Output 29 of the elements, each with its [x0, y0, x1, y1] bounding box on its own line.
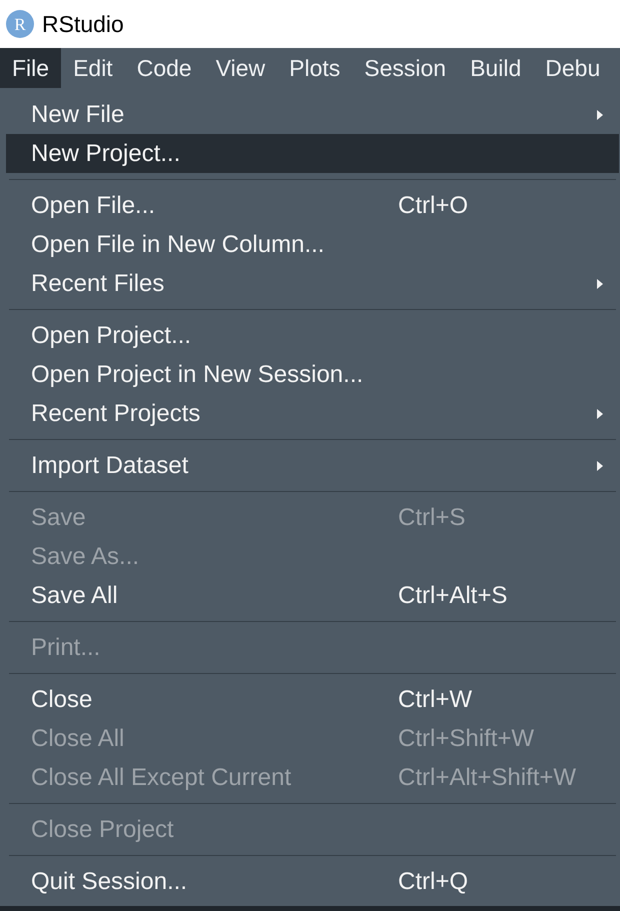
- menu-bar-item[interactable]: View: [204, 48, 278, 88]
- menu-item[interactable]: Open Project in New Session...: [6, 355, 619, 394]
- menu-item[interactable]: Quit Session... Ctrl+Q: [6, 862, 619, 901]
- menu-bar-item[interactable]: Session: [352, 48, 458, 88]
- menu-bar-item[interactable]: Code: [124, 48, 204, 88]
- menu-item[interactable]: Open File... Ctrl+O: [6, 186, 619, 225]
- window-title: RStudio: [42, 12, 124, 36]
- shortcut-text: Ctrl+S: [398, 506, 466, 530]
- menu-item[interactable]: Recent Files: [6, 264, 619, 303]
- menu-item[interactable]: New Project...: [6, 134, 619, 173]
- menu-item[interactable]: Open Project...: [6, 316, 619, 355]
- menu-bar-item[interactable]: Plots: [277, 48, 352, 88]
- menu-item[interactable]: Close Ctrl+W: [6, 680, 619, 719]
- app-logo: R: [6, 10, 34, 38]
- shortcut-text: Ctrl+Alt+S: [398, 584, 508, 608]
- menu-item[interactable]: New File: [6, 95, 619, 134]
- menu-bar-item[interactable]: File: [0, 48, 62, 88]
- menu-item[interactable]: Recent Projects: [6, 394, 619, 433]
- menu-bar-item[interactable]: Build: [458, 48, 534, 88]
- shortcut-text: Ctrl+Q: [398, 870, 468, 894]
- menu-item[interactable]: Open File in New Column...: [6, 225, 619, 264]
- shortcut-text: Ctrl+Alt+Shift+W: [398, 766, 576, 790]
- menu-bar-item[interactable]: Debu: [533, 48, 612, 88]
- menu-item[interactable]: Save All Ctrl+Alt+S: [6, 576, 619, 615]
- menu-item[interactable]: Import Dataset: [6, 446, 619, 485]
- shortcut-text: Ctrl+W: [398, 688, 472, 712]
- shortcut-text: Ctrl+O: [398, 194, 468, 218]
- menu-bar-item[interactable]: Edit: [61, 48, 125, 88]
- shortcut-text: Ctrl+Shift+W: [398, 726, 534, 750]
